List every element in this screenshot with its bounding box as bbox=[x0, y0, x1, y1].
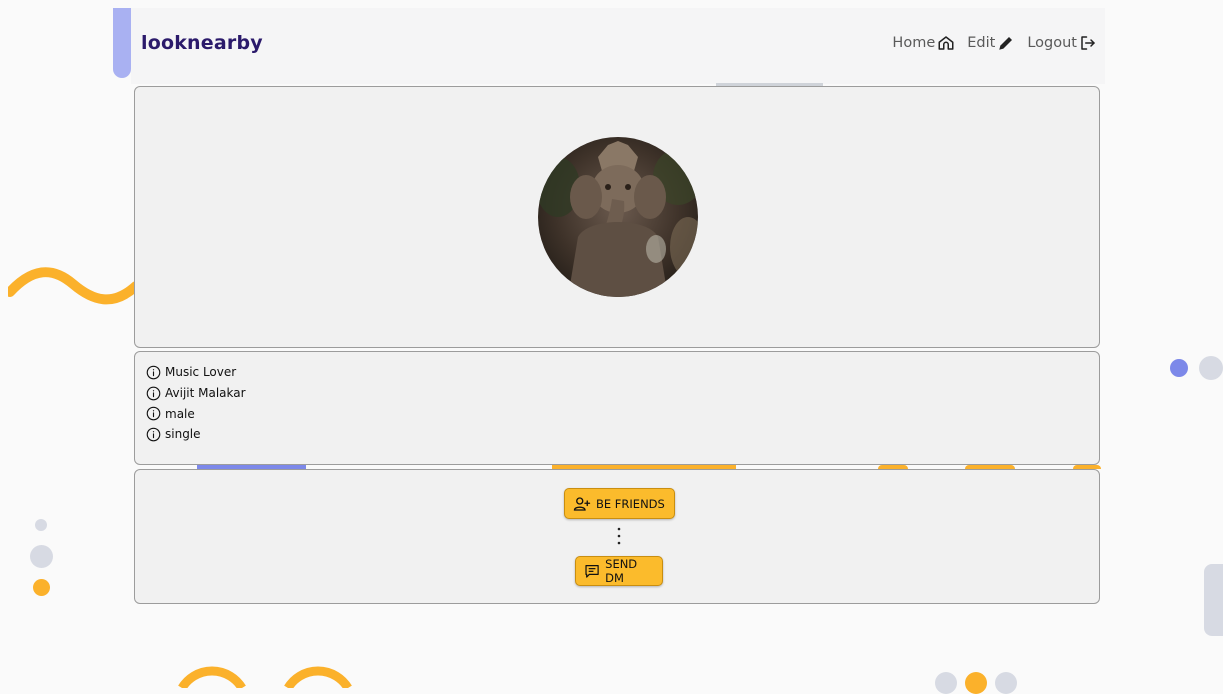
decorative-dot bbox=[33, 579, 50, 596]
decorative-dot bbox=[30, 545, 53, 568]
decorative-wave bbox=[8, 267, 138, 305]
info-list: Music Lover Avijit Malakar male single bbox=[146, 362, 246, 445]
info-icon bbox=[146, 386, 161, 400]
logout-icon bbox=[1081, 36, 1095, 50]
message-icon bbox=[585, 565, 599, 578]
info-icon bbox=[146, 365, 161, 380]
info-name-text: Avijit Malakar bbox=[165, 386, 246, 401]
info-gender-text: male bbox=[165, 406, 195, 421]
info-relationship-text: single bbox=[165, 427, 201, 442]
profile-actions-card: BE FRIENDS SEND DM bbox=[134, 469, 1100, 604]
nav-home-label: Home bbox=[892, 35, 936, 51]
decorative-dot bbox=[935, 672, 957, 694]
nav-logout-label: Logout bbox=[1027, 35, 1077, 51]
decorative-tab bbox=[1204, 564, 1223, 636]
decorative-dot bbox=[965, 672, 987, 694]
info-icon bbox=[146, 427, 161, 442]
info-bio-text: Music Lover bbox=[165, 365, 237, 380]
decorative-arcs bbox=[178, 666, 352, 688]
profile-info-card: Music Lover Avijit Malakar male single bbox=[134, 351, 1100, 465]
info-item-gender: male bbox=[146, 403, 246, 424]
send-dm-button[interactable]: SEND DM bbox=[575, 556, 663, 586]
info-item-relationship: single bbox=[146, 424, 246, 445]
decorative-dot bbox=[35, 519, 47, 531]
profile-photo-card bbox=[134, 86, 1100, 348]
be-friends-label: BE FRIENDS bbox=[596, 496, 665, 511]
navbar: looknearby Home Edit Logout bbox=[131, 8, 1105, 84]
brand-logo[interactable]: looknearby bbox=[141, 32, 263, 54]
avatar-image bbox=[538, 137, 698, 297]
profile-avatar bbox=[538, 137, 698, 297]
nav-logout-link[interactable]: Logout bbox=[1027, 34, 1097, 52]
decorative-bar bbox=[113, 8, 131, 78]
nav-edit-label: Edit bbox=[967, 35, 996, 51]
more-options-icon[interactable] bbox=[613, 526, 625, 546]
pencil-icon bbox=[999, 37, 1013, 50]
decorative-dot bbox=[1170, 359, 1188, 377]
nav-home-link[interactable]: Home bbox=[892, 34, 955, 52]
decorative-dot bbox=[995, 672, 1017, 694]
info-item-bio: Music Lover bbox=[146, 362, 246, 383]
nav-edit-link[interactable]: Edit bbox=[967, 34, 1015, 52]
info-icon bbox=[146, 406, 161, 421]
send-dm-label: SEND DM bbox=[605, 557, 638, 585]
nav-links: Home Edit Logout bbox=[892, 34, 1097, 52]
be-friends-button[interactable]: BE FRIENDS bbox=[564, 488, 675, 519]
decorative-dot bbox=[1199, 356, 1223, 380]
home-icon bbox=[938, 36, 954, 50]
add-friend-icon bbox=[573, 496, 591, 511]
info-item-name: Avijit Malakar bbox=[146, 383, 246, 404]
